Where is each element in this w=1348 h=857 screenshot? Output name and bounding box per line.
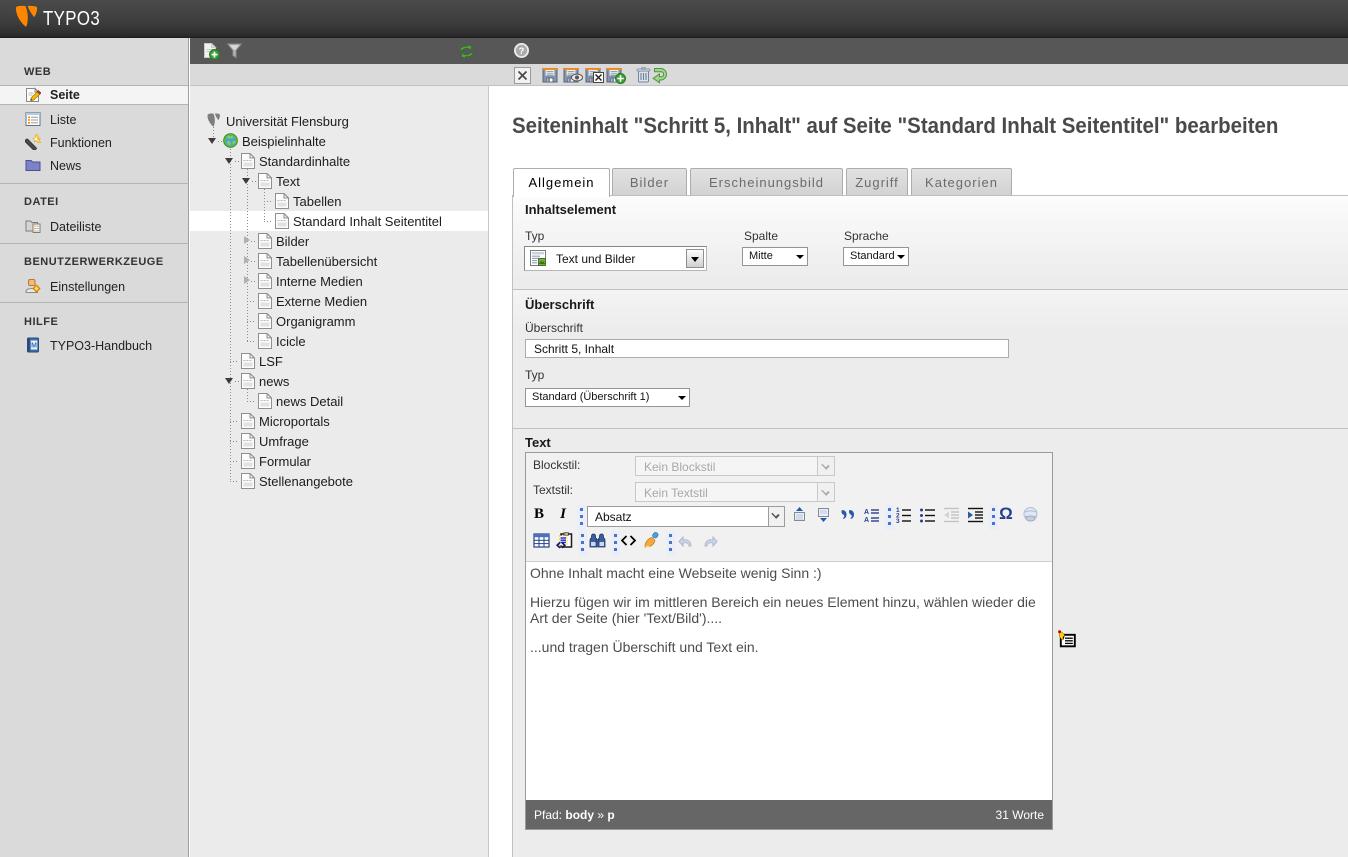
svg-text:?: ? (519, 46, 525, 57)
svg-text:3: 3 (896, 518, 900, 523)
svg-text:A: A (864, 509, 869, 516)
svg-text:M: M (31, 343, 37, 350)
svg-text:A: A (864, 517, 869, 523)
